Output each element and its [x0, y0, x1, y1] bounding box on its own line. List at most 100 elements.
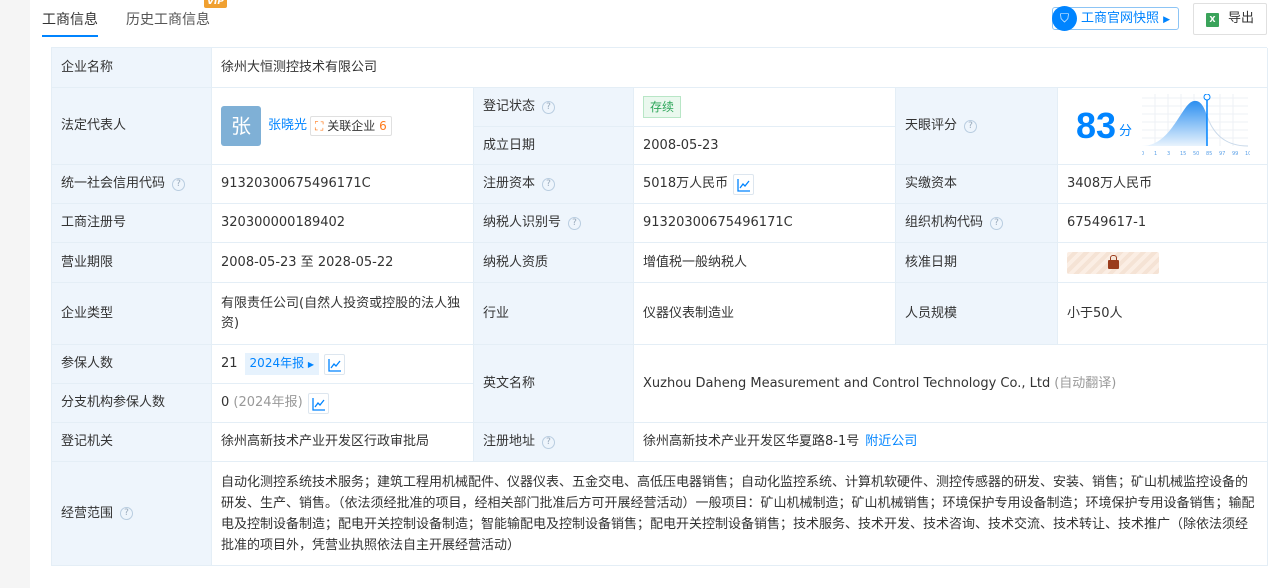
network-icon: ⛶ — [315, 119, 324, 133]
label-branch-insured: 分支机构参保人数 — [52, 384, 212, 423]
label-approval-date: 核准日期 — [896, 243, 1058, 283]
score-tick-label: 3 — [1167, 151, 1170, 157]
score-tick-label: 1 — [1154, 151, 1157, 157]
industry: 仪器仪表制造业 — [634, 283, 896, 345]
score-tick-label: 100 — [1245, 151, 1250, 157]
trend-chart-icon[interactable] — [324, 353, 346, 375]
label-org-code: 组织机构代码? — [896, 204, 1058, 243]
branch-report: (2024年报) — [233, 395, 303, 410]
label-reg-no: 工商注册号 — [52, 204, 212, 243]
score-tick-label: 85 — [1206, 151, 1212, 157]
legal-rep-cell: 张 张晓光 ⛶ 关联企业 6 — [212, 88, 474, 165]
help-icon[interactable]: ? — [964, 119, 978, 133]
label-text: 登记状态 — [483, 99, 536, 114]
score-unit: 分 — [1119, 124, 1133, 139]
help-icon[interactable]: ? — [542, 435, 556, 449]
lock-icon — [1107, 254, 1119, 269]
label-taxpayer-id: 纳税人识别号? — [474, 204, 634, 243]
legal-rep-link[interactable]: 张晓光 — [268, 116, 307, 136]
trend-chart-icon[interactable] — [307, 392, 329, 414]
export-button[interactable]: X 导出 — [1193, 3, 1267, 35]
org-code: 67549617-1 — [1058, 204, 1268, 243]
tab-business-info[interactable]: 工商信息 — [42, 9, 98, 37]
snapshot-label: 工商官网快照 — [1081, 11, 1160, 26]
score-distribution-chart: 0 1 3 15 50 85 97 99 100 — [1142, 94, 1250, 157]
label-reg-address: 注册地址? — [474, 423, 634, 462]
insured-count: 21 — [221, 356, 238, 371]
paid-capital: 3408万人民币 — [1058, 165, 1268, 204]
label-text: 天眼评分 — [905, 118, 958, 133]
english-name: Xuzhou Daheng Measurement and Control Te… — [643, 375, 1051, 391]
branch-insured-cell: 0 (2024年报) — [212, 384, 474, 423]
status-badge: 存续 — [643, 96, 682, 118]
reg-address: 徐州高新技术产业开发区华夏路8-1号 — [643, 434, 860, 449]
label-industry: 行业 — [474, 283, 634, 345]
label-text: 经营范围 — [61, 505, 114, 521]
score-tick-label: 99 — [1232, 151, 1238, 157]
label-english-name: 英文名称 — [474, 345, 634, 423]
label-score: 天眼评分? — [896, 88, 1058, 165]
label-reg-authority: 登记机关 — [52, 423, 212, 462]
score-value: 83 — [1076, 105, 1117, 146]
business-info-table: 企业名称 徐州大恒测控技术有限公司 法定代表人 张 张晓光 ⛶ 关联企业 6 登… — [51, 47, 1268, 566]
nearby-companies-link[interactable]: 附近公司 — [865, 432, 917, 452]
related-count: 6 — [379, 119, 387, 133]
trend-chart-icon[interactable] — [733, 173, 755, 195]
reg-status-cell: 存续 — [634, 88, 896, 127]
business-scope: 自动化测控系统技术服务；建筑工程用机械配件、仪器仪表、五金交电、高低压电器销售；… — [212, 462, 1268, 566]
credit-code: 91320300675496171C — [212, 165, 474, 204]
help-icon[interactable]: ? — [120, 507, 134, 520]
approval-date-cell — [1058, 243, 1268, 283]
report-label: 2024年报 — [249, 356, 305, 370]
label-reg-status: 登记状态? — [474, 88, 634, 127]
reg-no: 320300000189402 — [212, 204, 474, 243]
export-label: 导出 — [1228, 11, 1255, 26]
vip-locked-value[interactable] — [1067, 251, 1159, 274]
excel-icon: X — [1206, 13, 1219, 27]
label-text: 注册地址 — [483, 434, 536, 449]
english-name-cell: Xuzhou Daheng Measurement and Control Te… — [634, 345, 1268, 423]
tab-history-info[interactable]: 历史工商信息 — [126, 9, 210, 29]
label-term: 营业期限 — [52, 243, 212, 283]
taxpayer-type: 增值税一般纳税人 — [634, 243, 896, 283]
label-legal-rep: 法定代表人 — [52, 88, 212, 165]
help-icon[interactable]: ? — [172, 177, 186, 191]
score-tick-label: 0 — [1142, 151, 1144, 157]
help-icon[interactable]: ? — [542, 100, 556, 114]
label-founded: 成立日期 — [474, 127, 634, 165]
business-term: 2008-05-23 至 2028-05-22 — [212, 243, 474, 283]
taxpayer-id: 91320300675496171C — [634, 204, 896, 243]
reg-authority: 徐州高新技术产业开发区行政审批局 — [212, 423, 474, 462]
reg-address-cell: 徐州高新技术产业开发区华夏路8-1号 附近公司 — [634, 423, 1268, 462]
avatar: 张 — [221, 106, 261, 146]
staff-size: 小于50人 — [1058, 283, 1268, 345]
help-icon[interactable]: ? — [990, 216, 1004, 230]
reg-capital-cell: 5018万人民币 — [634, 165, 896, 204]
vip-badge: VIP — [204, 0, 227, 8]
label-staff-size: 人员规模 — [896, 283, 1058, 345]
reg-capital: 5018万人民币 — [643, 176, 729, 191]
help-icon[interactable]: ? — [542, 177, 556, 191]
label-text: 注册资本 — [483, 176, 536, 191]
help-icon[interactable]: ? — [568, 216, 582, 230]
label-reg-capital: 注册资本? — [474, 165, 634, 204]
score-tick-label: 50 — [1193, 151, 1199, 157]
label-taxpayer-type: 纳税人资质 — [474, 243, 634, 283]
company-name: 徐州大恒测控技术有限公司 — [212, 48, 1268, 88]
left-gutter — [0, 0, 30, 588]
insured-cell: 21 2024年报 ▶ — [212, 345, 474, 384]
label-text: 纳税人识别号 — [483, 215, 562, 230]
label-text: 统一社会信用代码 — [61, 176, 166, 191]
company-type: 有限责任公司(自然人投资或控股的法人独资) — [212, 283, 474, 345]
label-insured: 参保人数 — [52, 345, 212, 384]
stamp-icon: ⛉ — [1052, 6, 1077, 31]
related-companies-button[interactable]: ⛶ 关联企业 6 — [310, 116, 392, 136]
label-credit-code: 统一社会信用代码? — [52, 165, 212, 204]
score-cell[interactable]: 83分 0 1 3 15 50 85 97 99 100 — [1058, 88, 1268, 165]
annual-report-link[interactable]: 2024年报 ▶ — [244, 353, 320, 375]
label-scope: 经营范围? — [52, 462, 212, 566]
score-tick-label: 97 — [1219, 151, 1225, 157]
score-tick-label: 15 — [1180, 151, 1186, 157]
official-snapshot-button[interactable]: ⛉ 工商官网快照 ▶ — [1052, 6, 1180, 31]
label-text: 组织机构代码 — [905, 215, 984, 230]
